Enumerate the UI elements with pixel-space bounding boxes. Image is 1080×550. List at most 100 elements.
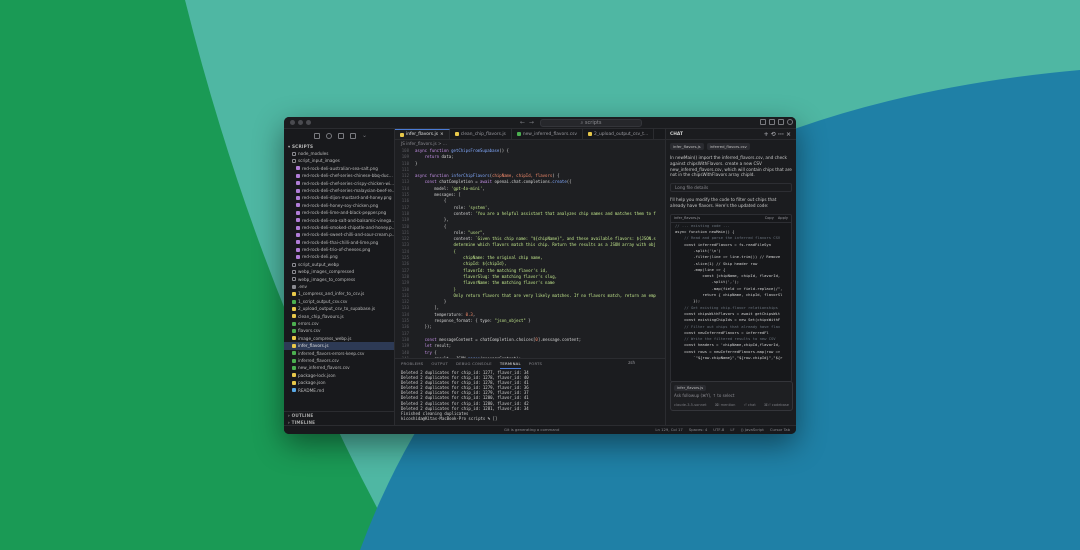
status-item[interactable]: Spaces: 4 bbox=[689, 426, 707, 434]
terminal-output[interactable]: Deleted 2 duplicates for chip_id: 1277, … bbox=[395, 368, 665, 421]
file-tree-item[interactable]: 2_upload_output_csv_to_supabase.js bbox=[284, 305, 394, 312]
explorer-section-header[interactable]: ▾ SCRIPTS bbox=[284, 143, 394, 150]
code-token: 0.3 bbox=[465, 311, 473, 317]
model-selector[interactable]: claude-3.5-sonnet bbox=[674, 403, 707, 407]
command-center[interactable]: ⌕ scripts bbox=[540, 119, 642, 127]
file-tree-item[interactable]: flavors.csv bbox=[284, 327, 394, 334]
file-tree-item[interactable]: red-rock-deli-honey-soy-chicken.png bbox=[284, 202, 394, 209]
file-tree-item[interactable]: 1_script_output_csv.csv bbox=[284, 298, 394, 305]
panel-tab[interactable]: OUTPUT bbox=[431, 359, 448, 368]
source-control-icon[interactable] bbox=[338, 133, 344, 139]
file-tree-item[interactable]: errors.csv bbox=[284, 320, 394, 327]
code-token: await bbox=[480, 179, 495, 185]
toggle-chat-icon[interactable] bbox=[778, 119, 784, 125]
file-tree-item[interactable]: inferred_flavors-errors-keep.csv bbox=[284, 350, 394, 357]
status-item[interactable]: Ln 129, Col 17 bbox=[655, 426, 682, 434]
file-tree-item[interactable]: clean_chip_flavours.js bbox=[284, 313, 394, 320]
editor-tab[interactable]: infer_flavors.js × bbox=[395, 129, 450, 139]
terminal-shell-label[interactable]: zsh bbox=[628, 360, 635, 365]
mention-hint[interactable]: ⌘I mention bbox=[715, 403, 736, 407]
file-tree-item[interactable]: red-rock-deli-lime-and-black-pepper.png bbox=[284, 209, 394, 216]
file-tree-item[interactable]: image_compress_webp.js bbox=[284, 335, 394, 342]
file-tree-item[interactable]: package.json bbox=[284, 379, 394, 386]
code-block-line: const headers = 'chipName,chipId,flavorI… bbox=[675, 342, 781, 348]
file-tree-item[interactable]: script_input_images bbox=[284, 157, 394, 164]
code-block-line: // Get existing chip-flavor relationship… bbox=[675, 304, 778, 310]
file-tree-item[interactable]: package-lock.json bbox=[284, 372, 394, 379]
editor-tab[interactable]: clean_chip_flavors.js bbox=[450, 129, 512, 139]
toggle-sidebar-icon[interactable] bbox=[760, 119, 766, 125]
panel-tab[interactable]: PORTS bbox=[529, 359, 542, 368]
toggle-panel-icon[interactable] bbox=[769, 119, 775, 125]
file-tree-item[interactable]: red-rock-deli-chef-series-chinese-bbq-du… bbox=[284, 172, 394, 179]
file-tree-item[interactable]: webp_images_to_compress bbox=[284, 276, 394, 283]
editor-tab-label: new_inferred_flavors.csv bbox=[522, 131, 577, 137]
file-tree-label: errors.csv bbox=[298, 320, 319, 326]
file-tree-item[interactable]: red-rock-deli-sea-salt-and-balsamic-vine… bbox=[284, 217, 394, 224]
chat-input-placeholder[interactable]: Ask followup (⌘Y), ↑ to select bbox=[674, 393, 734, 398]
file-tree-label: infer_flavors.js bbox=[298, 343, 329, 349]
close-tab-icon[interactable]: × bbox=[440, 129, 444, 140]
chevron-down-icon[interactable]: ⌄ bbox=[362, 133, 368, 139]
file-tree-item[interactable]: red-rock-deli-smoked-chipotle-and-honey.… bbox=[284, 224, 394, 231]
file-tree-item[interactable]: red-rock-deli-chef-series-malaysian-beef… bbox=[284, 187, 394, 194]
nav-arrows-icon[interactable]: ← → bbox=[520, 119, 535, 126]
file-tree-item[interactable]: new_inferred_flavors.csv bbox=[284, 364, 394, 371]
minimize-window-dot[interactable] bbox=[298, 120, 303, 125]
maximize-window-dot[interactable] bbox=[306, 120, 311, 125]
long-file-details-toggle[interactable]: Long file details bbox=[670, 183, 792, 193]
status-item[interactable]: Cursor Tab bbox=[770, 426, 790, 434]
files-icon[interactable] bbox=[314, 133, 320, 139]
user-prompt: In newMain() import the inferred_flavors… bbox=[670, 155, 792, 178]
context-chip[interactable]: inferred_flavors.csv bbox=[706, 143, 750, 150]
code-token: chipName: the original chip name, bbox=[415, 255, 543, 261]
settings-gear-icon[interactable] bbox=[787, 119, 793, 125]
file-tree-item[interactable]: README.md bbox=[284, 387, 394, 394]
file-tree-item[interactable]: red-rock-deli.png bbox=[284, 253, 394, 260]
status-item[interactable]: UTF-8 bbox=[713, 426, 724, 434]
search-icon[interactable] bbox=[326, 133, 332, 139]
file-tree-item[interactable]: red-rock-deli-thai-chilli-and-lime.png bbox=[284, 239, 394, 246]
context-chips: infer_flavors.js inferred_flavors.csv bbox=[666, 140, 796, 153]
chat-actions-icon[interactable]: + ⟲ ⋯ × bbox=[764, 129, 791, 140]
file-icon bbox=[516, 132, 521, 136]
panel-tab[interactable]: TERMINAL bbox=[499, 359, 521, 369]
file-tree-item[interactable]: red-rock-deli-trio-of-cheeses.png bbox=[284, 246, 394, 253]
apply-button[interactable]: Apply bbox=[778, 216, 788, 220]
copy-button[interactable]: Copy bbox=[765, 216, 774, 220]
code-block-line: .filter(line => line.trim()) // Remove bbox=[675, 254, 781, 260]
window-controls[interactable] bbox=[290, 120, 311, 125]
file-tree-item[interactable]: node_modules bbox=[284, 150, 394, 157]
input-context-chip[interactable]: infer_flavors.js bbox=[674, 385, 707, 391]
code-block-line: `"${row.chipName}","${row.chipId}","${r bbox=[675, 355, 783, 361]
panel-tab[interactable]: DEBUG CONSOLE bbox=[456, 359, 492, 368]
file-tree-item[interactable]: red-rock-deli-chef-series-crispy-chicken… bbox=[284, 180, 394, 187]
breadcrumb[interactable]: JS infer_flavors.js > ... bbox=[395, 140, 665, 148]
file-tree-item[interactable]: 1_compress_and_infer_to_csv.js bbox=[284, 290, 394, 297]
file-tree-item[interactable]: red-rock-deli-australian-sea-salt.png bbox=[284, 165, 394, 172]
outline-section[interactable]: › OUTLINE bbox=[284, 412, 395, 419]
context-chip[interactable]: infer_flavors.js bbox=[670, 143, 704, 150]
panel-tab[interactable]: PROBLEMS bbox=[401, 359, 423, 368]
folder-icon bbox=[292, 159, 296, 164]
file-tree-item[interactable]: red-rock-deli-sweet-chilli-and-sour-crea… bbox=[284, 231, 394, 238]
status-item[interactable]: () JavaScript bbox=[741, 426, 764, 434]
file-tree-item[interactable]: webp_images_compressed bbox=[284, 268, 394, 275]
file-tree-item[interactable]: infer_flavors.js bbox=[284, 342, 394, 350]
chat-input-box[interactable]: infer_flavors.js Ask followup (⌘Y), ↑ to… bbox=[670, 381, 793, 411]
editor-tab-label: 2_upload_output_csv_t... bbox=[594, 131, 649, 137]
file-tree-item[interactable]: .env bbox=[284, 283, 394, 290]
chat-submit-hint[interactable]: ⏎ chat bbox=[744, 403, 756, 407]
file-tree-item[interactable]: red-rock-deli-dijon-mustard-and-honey.pn… bbox=[284, 194, 394, 201]
file-tree-item[interactable]: script_output_webp bbox=[284, 261, 394, 268]
editor-tab[interactable]: new_inferred_flavors.csv bbox=[512, 129, 583, 139]
editor-tab[interactable]: 2_upload_output_csv_t... bbox=[583, 129, 655, 139]
codebase-hint[interactable]: ⌘⏎ codebase bbox=[764, 403, 789, 407]
code-area[interactable]: 108 async function getChipsFromSupabase()… bbox=[395, 148, 665, 358]
close-window-dot[interactable] bbox=[290, 120, 295, 125]
status-item[interactable]: LF bbox=[730, 426, 734, 434]
file-tree-item[interactable]: inferred_flavors.csv bbox=[284, 357, 394, 364]
file-tree-label: README.md bbox=[298, 387, 324, 393]
extensions-icon[interactable] bbox=[350, 133, 356, 139]
